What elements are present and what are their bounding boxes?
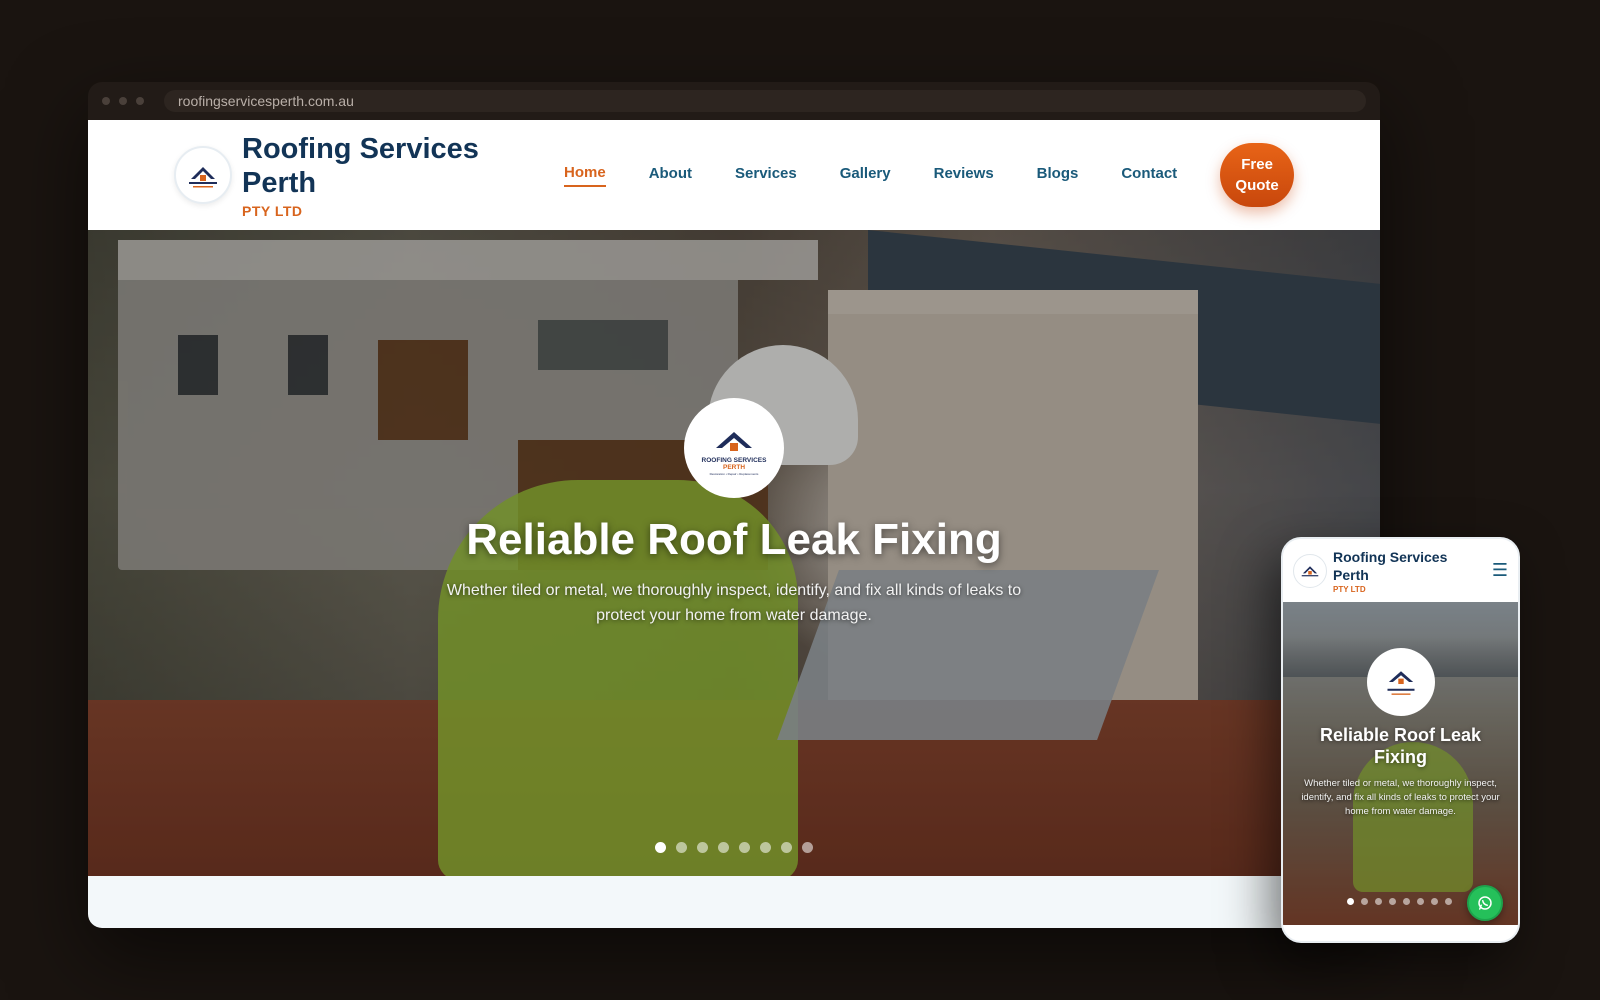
mobile-hero-logo xyxy=(1367,648,1435,716)
brand-name[interactable]: Roofing Services Perth xyxy=(242,132,492,200)
window-dot-icon[interactable] xyxy=(102,97,110,105)
roof-logo-icon xyxy=(1387,671,1415,695)
roof-logo-icon xyxy=(1301,565,1319,576)
slider-pagination xyxy=(88,842,1380,853)
slider-dot[interactable] xyxy=(1361,898,1368,905)
nav-item-gallery[interactable]: Gallery xyxy=(840,165,891,186)
brand-block: Roofing Services Perth PTY LTD xyxy=(242,132,492,219)
slider-dot[interactable] xyxy=(1389,898,1396,905)
logo-text-line1: ROOFING SERVICES xyxy=(702,457,768,464)
brand-logo[interactable] xyxy=(174,146,232,204)
address-bar[interactable]: roofingservicesperth.com.au xyxy=(164,90,1366,112)
hamburger-icon[interactable]: ☰ xyxy=(1492,560,1508,581)
nav-item-about[interactable]: About xyxy=(649,165,692,186)
slider-dot[interactable] xyxy=(1347,898,1354,905)
nav-item-reviews[interactable]: Reviews xyxy=(934,165,994,186)
window-controls xyxy=(102,97,144,105)
whatsapp-icon[interactable] xyxy=(1467,885,1503,921)
mobile-hero-description: Whether tiled or metal, we thoroughly in… xyxy=(1301,778,1500,817)
slider-dot[interactable] xyxy=(1403,898,1410,905)
slider-dot[interactable] xyxy=(718,842,729,853)
roof-logo-icon: ROOFING SERVICES PERTH Restoration • Rep… xyxy=(702,432,768,476)
mobile-slider-pagination xyxy=(1347,898,1452,905)
slider-dot[interactable] xyxy=(697,842,708,853)
free-quote-button[interactable]: Free Quote xyxy=(1220,143,1294,207)
mobile-hero: Reliable Roof Leak Fixing Whether tiled … xyxy=(1283,602,1518,925)
hero-title: Reliable Roof Leak Fixing xyxy=(466,515,1002,564)
slider-dot[interactable] xyxy=(1375,898,1382,905)
hero-slider: ROOFING SERVICES PERTH Restoration • Rep… xyxy=(88,230,1380,876)
nav-item-home[interactable]: Home xyxy=(564,164,606,187)
roof-logo-icon xyxy=(189,167,217,188)
slider-dot[interactable] xyxy=(802,842,813,853)
mobile-preview: Roofing Services Perth PTY LTD ☰ Reliabl… xyxy=(1281,537,1520,943)
slider-dot[interactable] xyxy=(760,842,771,853)
slider-dot[interactable] xyxy=(1431,898,1438,905)
hero-description: Whether tiled or metal, we thoroughly in… xyxy=(446,582,1022,624)
main-nav: Home About Services Gallery Reviews Blog… xyxy=(564,164,1220,187)
mobile-brand-name[interactable]: Roofing Services Perth xyxy=(1333,548,1473,584)
nav-item-contact[interactable]: Contact xyxy=(1121,165,1177,186)
mobile-brand-logo[interactable] xyxy=(1293,553,1327,588)
mobile-brand-block: Roofing Services Perth PTY LTD xyxy=(1333,548,1473,594)
slider-dot[interactable] xyxy=(676,842,687,853)
window-dot-icon[interactable] xyxy=(119,97,127,105)
slider-dot[interactable] xyxy=(655,842,666,853)
mobile-hero-title: Reliable Roof Leak Fixing xyxy=(1319,725,1482,767)
slider-dot[interactable] xyxy=(1445,898,1452,905)
logo-text-line2: PERTH xyxy=(723,464,745,471)
site-header: Roofing Services Perth PTY LTD Home Abou… xyxy=(88,120,1380,230)
mobile-header: Roofing Services Perth PTY LTD ☰ xyxy=(1283,539,1518,602)
hero-content: ROOFING SERVICES PERTH Restoration • Rep… xyxy=(88,230,1380,876)
nav-item-blogs[interactable]: Blogs xyxy=(1037,165,1079,186)
window-dot-icon[interactable] xyxy=(136,97,144,105)
browser-toolbar: roofingservicesperth.com.au xyxy=(88,82,1380,120)
hero-logo: ROOFING SERVICES PERTH Restoration • Rep… xyxy=(684,398,784,498)
slider-dot[interactable] xyxy=(1417,898,1424,905)
desktop-browser-window: roofingservicesperth.com.au Roofing Serv… xyxy=(88,82,1380,928)
slider-dot[interactable] xyxy=(781,842,792,853)
nav-item-services[interactable]: Services xyxy=(735,165,797,186)
whatsapp-glyph xyxy=(1478,896,1492,910)
mobile-brand-subtitle: PTY LTD xyxy=(1333,584,1366,594)
logo-tagline: Restoration • Repair • Replacements xyxy=(710,472,759,476)
page-viewport: Roofing Services Perth PTY LTD Home Abou… xyxy=(88,120,1380,928)
brand-subtitle: PTY LTD xyxy=(242,202,303,219)
slider-dot[interactable] xyxy=(739,842,750,853)
